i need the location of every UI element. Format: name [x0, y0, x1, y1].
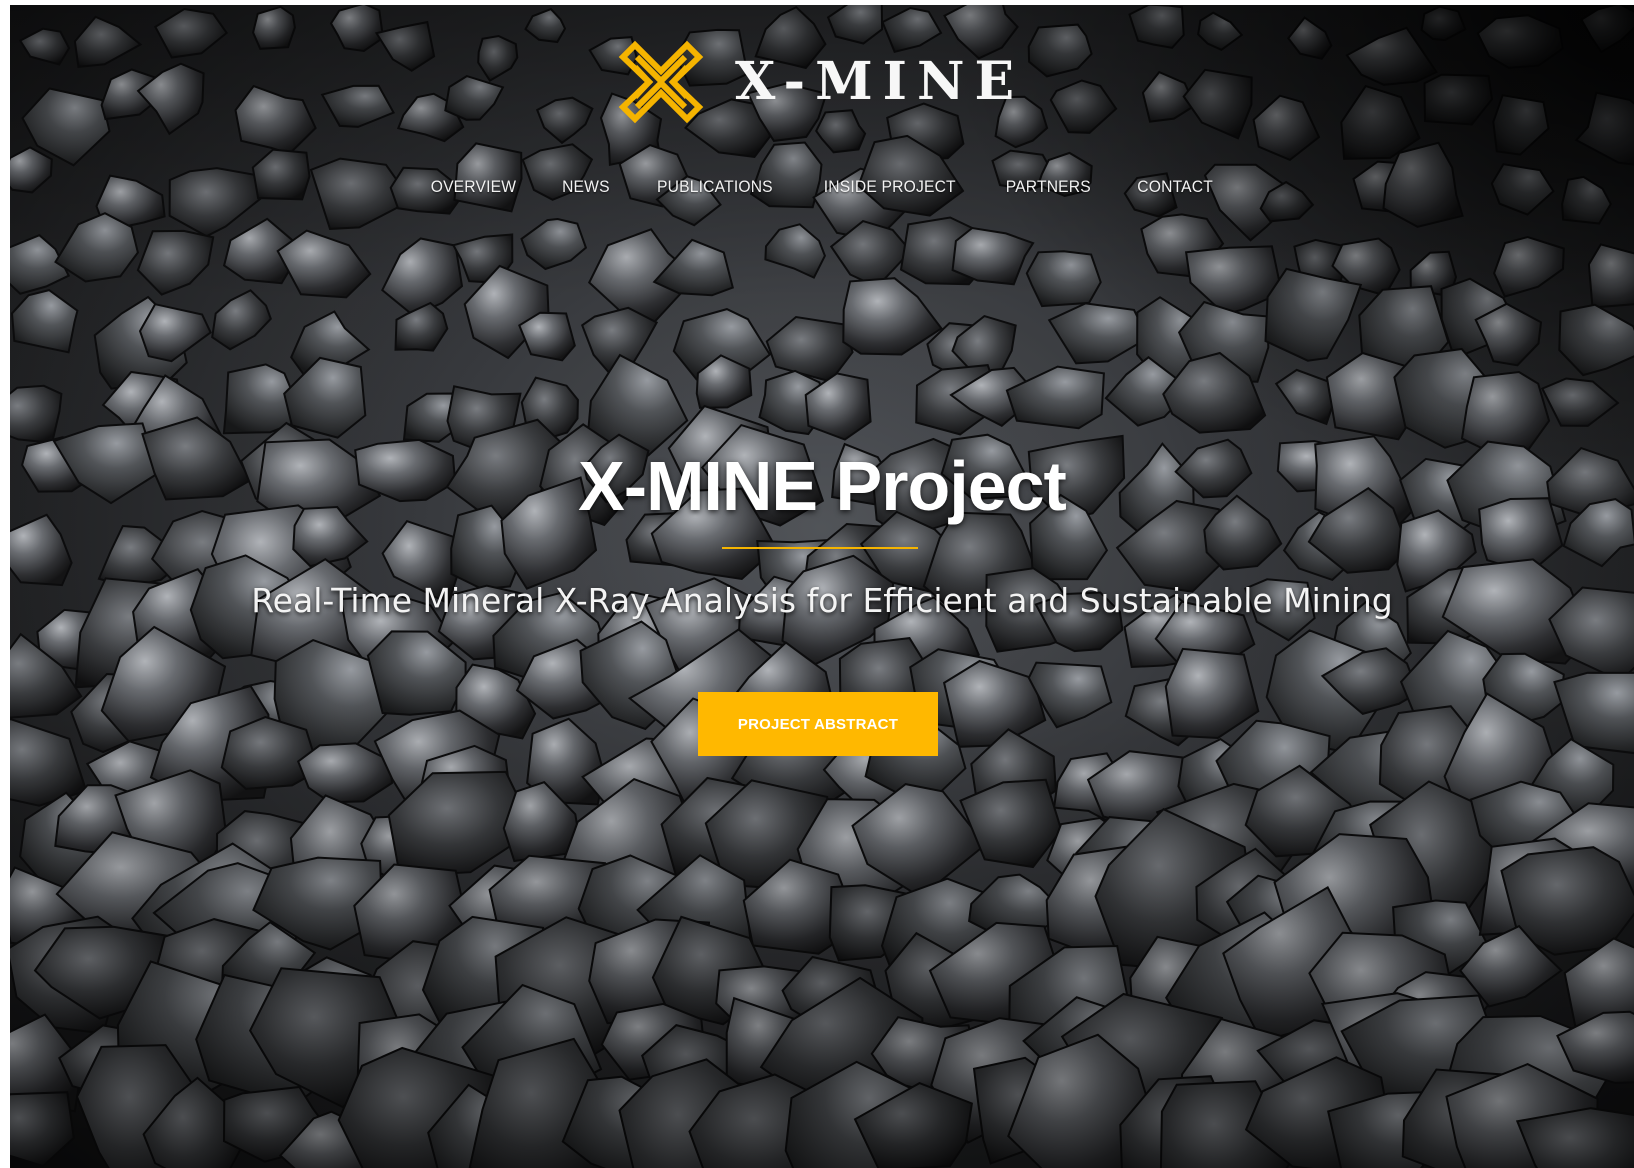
rock-shape [1049, 79, 1118, 134]
nav-item-partners[interactable]: PARTNERS [1005, 177, 1090, 197]
hero-subtitle: Real-Time Mineral X-Ray Analysis for Eff… [251, 581, 1393, 620]
rock-shape [1420, 5, 1467, 42]
rock-shape [10, 513, 73, 587]
rock-shape [10, 1091, 75, 1168]
rock-shape [276, 229, 372, 299]
rock-shape [951, 226, 1035, 286]
rock-shape [764, 223, 826, 279]
rock-shape [1558, 303, 1634, 377]
rock-shape [477, 34, 519, 83]
rock-shape [18, 27, 71, 66]
rock-shape [1423, 73, 1494, 126]
main-navigation: OVERVIEW NEWS PUBLICATIONS INSIDE PROJEC… [10, 177, 1634, 197]
rock-shape [1460, 370, 1551, 455]
rock-shape [1264, 267, 1363, 362]
rock-shape [138, 303, 212, 363]
project-abstract-button[interactable]: PROJECT ABSTRACT [698, 692, 938, 756]
project-abstract-button-label: PROJECT ABSTRACT [737, 715, 899, 733]
rock-shape [1587, 243, 1634, 309]
nav-item-contact[interactable]: CONTACT [1137, 177, 1213, 197]
nav-item-publications[interactable]: PUBLICATIONS [657, 177, 773, 197]
logo-wordmark: X-MINE [735, 51, 1025, 112]
page-frame: X-MINE OVERVIEW NEWS PUBLICATIONS INSIDE… [10, 5, 1634, 1168]
rock-shape [211, 289, 272, 351]
rock-shape [54, 212, 139, 283]
rock-shape [1164, 647, 1260, 740]
rock-shape [329, 5, 385, 53]
rock-shape [1182, 68, 1253, 140]
title-divider [722, 547, 918, 549]
site-logo[interactable]: X-MINE [615, 37, 1024, 127]
rock-shape [234, 84, 317, 155]
nav-item-inside-project[interactable]: INSIDE PROJECT [824, 177, 956, 197]
rock-shape [1252, 94, 1321, 162]
rock-shape [10, 717, 88, 807]
rock-shape [444, 75, 505, 121]
rock-shape [10, 289, 79, 354]
rock-shape [749, 141, 823, 209]
nav-item-overview[interactable]: OVERVIEW [431, 177, 516, 197]
rock-shape [1128, 5, 1185, 49]
rock-shape [394, 301, 449, 352]
rock-shape [652, 238, 734, 297]
rock-shape [1340, 84, 1421, 160]
rock-shape [1492, 94, 1550, 156]
rock-shape [1476, 14, 1564, 69]
rock-shape [1493, 235, 1565, 298]
rock-shape [1580, 5, 1634, 54]
rock-shape [73, 15, 143, 68]
rock-shape [1287, 16, 1333, 60]
rock-shape [1515, 1107, 1634, 1168]
rock-shape [10, 384, 63, 444]
hero-section: X-MINE OVERVIEW NEWS PUBLICATIONS INSIDE… [10, 5, 1634, 1168]
rock-shape [518, 311, 576, 362]
rock-shape [842, 277, 943, 356]
rock-shape [1047, 302, 1150, 365]
hero-title: X-MINE Project [578, 447, 1067, 525]
rock-shape [153, 7, 229, 59]
rock-shape [1540, 377, 1620, 427]
rock-shape [381, 237, 464, 317]
rock-shape [283, 356, 367, 439]
x-mine-emblem-icon [618, 40, 704, 124]
rock-shape [535, 96, 594, 145]
rock-shape [252, 5, 296, 50]
rock-shape [320, 84, 396, 128]
rock-shape [1553, 671, 1634, 755]
rock-shape [1027, 23, 1093, 78]
rock-shape [1197, 11, 1244, 51]
rock-shape [520, 217, 588, 271]
rock-shape [1574, 91, 1634, 166]
rock-shape [524, 7, 567, 44]
nav-item-news[interactable]: NEWS [562, 177, 610, 197]
rock-shape [765, 315, 854, 383]
rock-shape [1025, 250, 1102, 308]
rock-shape [374, 20, 436, 72]
rock-shape [136, 229, 215, 296]
rock-shape [296, 742, 394, 804]
rock-shape [1345, 26, 1438, 86]
